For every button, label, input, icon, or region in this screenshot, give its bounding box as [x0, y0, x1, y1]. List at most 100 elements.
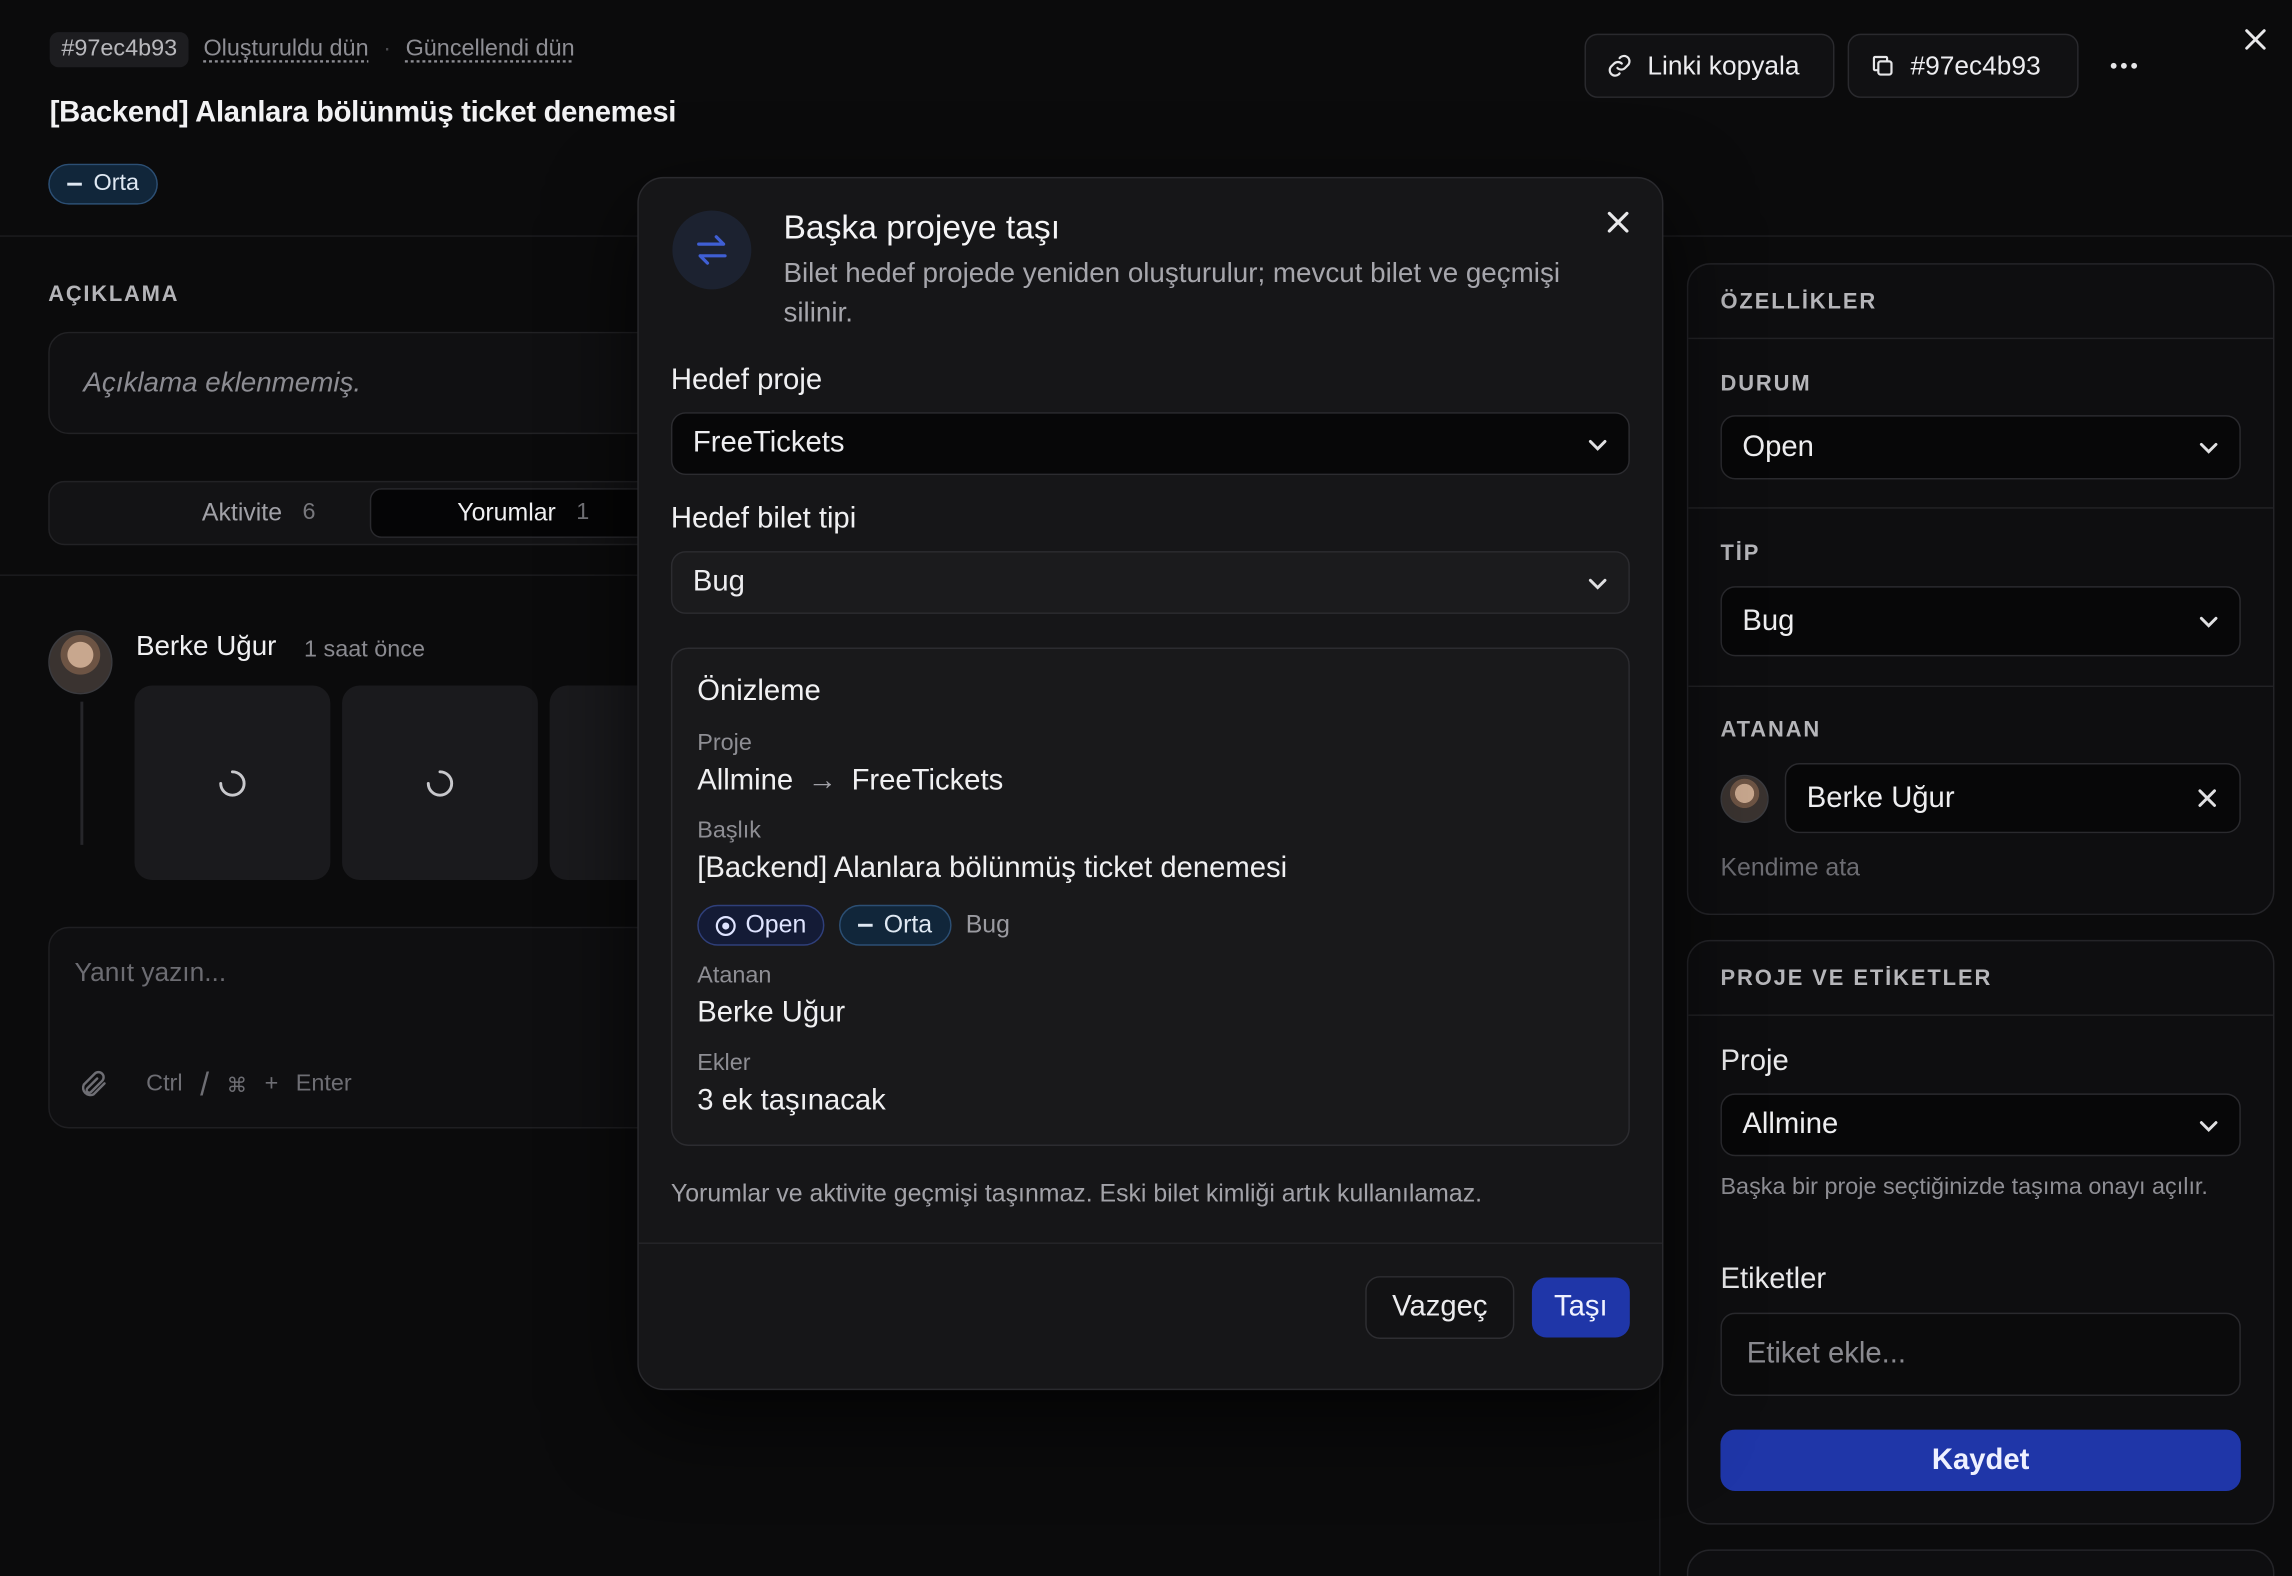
project-tags-card: PROJE VE ETİKETLER Proje Allmine Başka b… [1686, 939, 2275, 1525]
shortcut-plus: + [264, 1071, 279, 1097]
chevron-down-icon [1588, 578, 1607, 590]
save-button[interactable]: Kaydet [1720, 1429, 2241, 1491]
properties-title: ÖZELLİKLER [1720, 289, 1878, 315]
tags-placeholder: Etiket ekle... [1746, 1337, 1907, 1370]
preview-title: Önizleme [697, 675, 821, 708]
preview-project-value: Allmine → FreeTickets [697, 764, 1003, 798]
move-project-dialog: Başka projeye taşı Bilet hedef projede y… [637, 176, 1664, 1391]
avatar[interactable] [48, 630, 113, 695]
tab-comments[interactable]: Yorumlar 1 [369, 488, 677, 538]
divider [1688, 507, 2273, 509]
target-project-value: FreeTickets [692, 426, 845, 459]
avatar [1720, 774, 1769, 823]
minus-icon [857, 924, 873, 927]
arrow-right-icon: → [807, 764, 837, 797]
divider [0, 574, 638, 576]
chevron-down-icon [2199, 442, 2218, 454]
type-label: TİP [1720, 540, 1761, 566]
project-hint: Başka bir proje seçtiğinizde taşıma onay… [1720, 1175, 2208, 1201]
preview-project-from: Allmine [697, 764, 794, 797]
tab-activity-count: 6 [302, 499, 316, 525]
comment-author: Berke Uğur [135, 631, 277, 663]
target-project-select[interactable]: FreeTickets [670, 412, 1630, 476]
reply-input[interactable]: Yanıt yazın... [75, 957, 227, 988]
tab-comments-count: 1 [576, 499, 590, 525]
status-select[interactable]: Open [1720, 415, 2241, 480]
priority-badge: Orta [838, 904, 952, 946]
more-options-button[interactable] [2096, 41, 2152, 91]
preview-assignee-value: Berke Uğur [697, 996, 846, 1030]
preview-panel: Önizleme Proje Allmine → FreeTickets Baş… [670, 647, 1630, 1146]
comment-time: 1 saat önce [304, 637, 425, 663]
more-dot-icon [2131, 62, 2138, 69]
copy-link-button[interactable]: Linki kopyala [1584, 33, 1835, 98]
thread-line [80, 701, 84, 845]
priority-tag-label: Orta [883, 910, 933, 939]
properties-card: ÖZELLİKLER DURUM Open TİP Bug ATANAN Ber… [1686, 263, 2275, 916]
updated-date[interactable]: Güncellendi dün [406, 37, 575, 63]
reply-footer: Ctrl / ⌘ + Enter [79, 1066, 352, 1104]
shortcut-enter: Enter [295, 1071, 352, 1097]
copy-id-button[interactable]: #97ec4b93 [1847, 33, 2079, 98]
close-icon[interactable] [2234, 18, 2278, 62]
dialog-title: Başka projeye taşı [783, 207, 1061, 246]
preview-project-key: Proje [697, 730, 752, 756]
cancel-button[interactable]: Vazgeç [1365, 1276, 1515, 1339]
activity-tabs: Aktivite 6 Yorumlar 1 [48, 480, 677, 546]
more-dot-icon [2110, 62, 2117, 69]
assignee-value: Berke Uğur [1806, 781, 1955, 814]
move-button[interactable]: Taşı [1531, 1277, 1630, 1338]
attachment-thumbnail[interactable] [549, 685, 638, 880]
next-card [1686, 1549, 2275, 1576]
target-project-label: Hedef proje [670, 363, 823, 397]
tab-comments-label: Yorumlar [457, 498, 556, 527]
description-box[interactable]: Açıklama eklenmemiş. [48, 331, 677, 435]
preview-attachments-value: 3 ek taşınacak [697, 1084, 886, 1117]
chevron-down-icon [2199, 616, 2218, 628]
priority-label: Orta [93, 171, 140, 196]
status-value: Open [1742, 430, 1814, 463]
project-select[interactable]: Allmine [1720, 1093, 2241, 1157]
copy-icon [1872, 55, 1893, 76]
preview-title-key: Başlık [697, 818, 761, 844]
type-tag: Bug [965, 910, 1010, 939]
preview-title-value: [Backend] Alanlara bölünmüş ticket denem… [697, 852, 1288, 885]
preview-project-to: FreeTickets [851, 764, 1004, 797]
description-empty: Açıklama eklenmemiş. [83, 368, 362, 400]
type-select[interactable]: Bug [1720, 586, 2241, 657]
project-tags-title: PROJE VE ETİKETLER [1720, 966, 1993, 992]
status-badge: Open [697, 904, 824, 946]
close-icon[interactable] [1604, 208, 1633, 237]
reply-box[interactable]: Yanıt yazın... Ctrl / ⌘ + Enter [48, 926, 677, 1129]
shortcut-separator: / [200, 1065, 210, 1103]
assign-self-link[interactable]: Kendime ata [1720, 852, 1860, 884]
status-tag-label: Open [745, 910, 807, 939]
copy-id-label: #97ec4b93 [1910, 50, 2041, 80]
ticket-id-chip[interactable]: #97ec4b93 [49, 32, 189, 68]
meta-separator: · [383, 36, 391, 62]
paperclip-icon[interactable] [79, 1070, 108, 1099]
attachment-thumbnail[interactable] [134, 685, 331, 880]
ticket-title: [Backend] Alanlara bölünmüş ticket denem… [49, 96, 677, 129]
target-type-select[interactable]: Bug [670, 551, 1630, 614]
attachment-thumbnail[interactable] [342, 685, 538, 880]
link-icon [1608, 54, 1631, 77]
tab-activity[interactable]: Aktivite 6 [149, 488, 368, 538]
loading-spinner-icon [219, 770, 246, 797]
circle-dot-icon [715, 915, 736, 936]
dialog-note: Yorumlar ve aktivite geçmişi taşınmaz. E… [670, 1179, 1483, 1208]
target-type-value: Bug [692, 565, 745, 598]
clear-icon[interactable] [2196, 786, 2219, 809]
target-type-label: Hedef bilet tipi [670, 502, 857, 535]
tags-label: Etiketler [1720, 1262, 1827, 1296]
tags-input[interactable]: Etiket ekle... [1720, 1312, 2241, 1396]
priority-badge[interactable]: Orta [48, 163, 159, 205]
command-key-icon: ⌘ [226, 1072, 248, 1096]
ticket-meta: #97ec4b93 Oluşturuldu dün · Güncellendi … [49, 32, 575, 68]
divider [1688, 685, 2273, 688]
assignee-field[interactable]: Berke Uğur [1784, 763, 2241, 834]
created-date[interactable]: Oluşturuldu dün [203, 37, 368, 63]
divider [1688, 337, 2273, 340]
status-label: DURUM [1720, 371, 1812, 397]
tab-activity-label: Aktivite [201, 498, 283, 527]
